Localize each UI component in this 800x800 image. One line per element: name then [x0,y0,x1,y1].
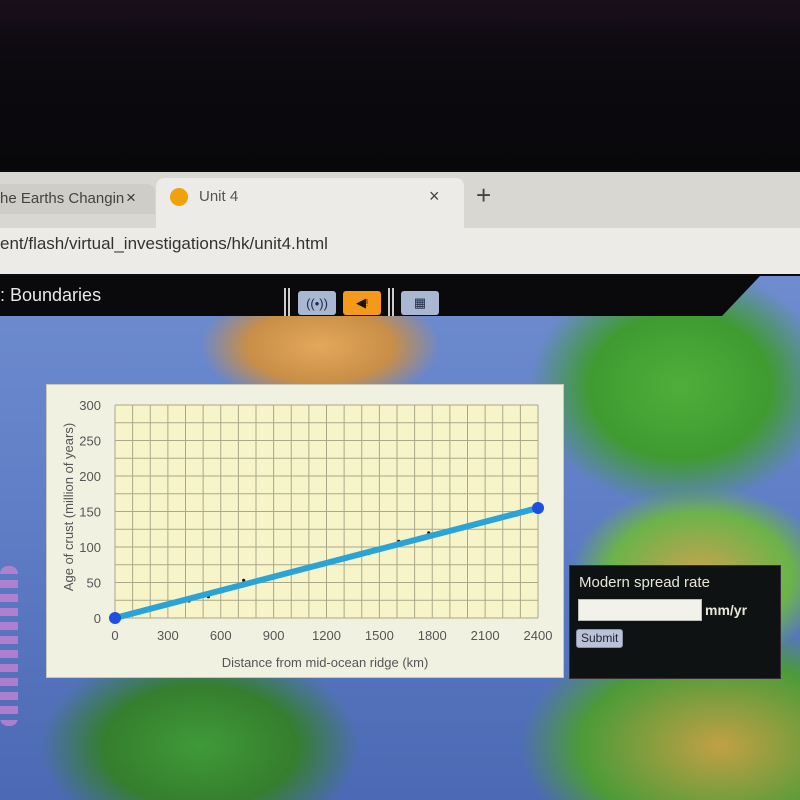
y-tick-label: 200 [79,469,101,484]
x-axis-label: Distance from mid-ocean ridge (km) [222,655,429,670]
x-tick-label: 2400 [524,628,553,643]
age-distance-chart: 0 50 100 150 200 250 300 0 300 600 900 1200 1500 180… [61,398,552,670]
y-tick-label: 300 [79,398,101,413]
x-tick-label: 2100 [471,628,500,643]
graph-panel: 0 50 100 150 200 250 300 0 300 600 900 1200 1500 180… [46,384,564,678]
y-tick-label: 150 [79,505,101,520]
y-tick-label: 50 [87,576,101,591]
x-tick-label: 1500 [365,628,394,643]
tab-label: he Earths Changin [0,190,125,207]
speaker-icon[interactable]: ◀ᵎ [343,291,381,315]
broadcast-icon[interactable]: ((•)) [298,291,336,315]
calculator-icon[interactable]: ▦ [401,291,439,315]
close-icon[interactable]: × [126,188,136,208]
tab-earths-changing[interactable]: he Earths Changin × [0,184,155,214]
y-tick-labels: 0 50 100 150 200 250 300 [79,398,101,626]
toolbar-divider [388,288,394,316]
x-tick-label: 1800 [418,628,447,643]
app-title: : Boundaries [0,285,102,305]
x-tick-label: 900 [263,628,285,643]
submit-button[interactable]: Submit [576,629,624,648]
x-tick-labels: 0 300 600 900 1200 1500 1800 2100 2400 [111,628,552,643]
x-tick-label: 600 [210,628,232,643]
favicon-icon [170,188,188,206]
x-tick-label: 300 [157,628,179,643]
line-endpoint-handle [109,612,121,624]
y-tick-label: 100 [79,540,101,555]
y-axis-label: Age of crust (million of years) [61,423,76,591]
y-tick-label: 0 [94,611,101,626]
toolbar-divider [284,288,290,316]
x-tick-label: 0 [111,628,118,643]
monitor-bezel [0,0,800,170]
decorative-dots [0,566,18,726]
close-icon[interactable]: × [429,186,440,207]
line-endpoint-handle [532,501,544,514]
spread-rate-panel: Modern spread rate mm/yr Submit [569,565,781,679]
new-tab-plus-icon[interactable]: + [476,180,491,211]
tab-label: Unit 4 [199,188,239,205]
spread-rate-heading: Modern spread rate [579,574,710,591]
app-topbar: : Boundaries ((•)) ◀ᵎ ▦ [0,276,760,316]
chart-grid [114,404,539,619]
unit-label: mm/yr [705,602,748,618]
url-text[interactable]: ent/flash/virtual_investigations/hk/unit… [0,234,328,254]
x-tick-label: 1200 [312,628,341,643]
y-tick-label: 250 [79,434,101,449]
tab-unit-4[interactable]: Unit 4 × [156,178,464,228]
address-bar[interactable]: ent/flash/virtual_investigations/hk/unit… [0,228,800,274]
spread-rate-input[interactable] [578,599,702,621]
app-viewport: : Boundaries ((•)) ◀ᵎ ▦ 0 50 100 150 200 250 3… [0,276,800,800]
